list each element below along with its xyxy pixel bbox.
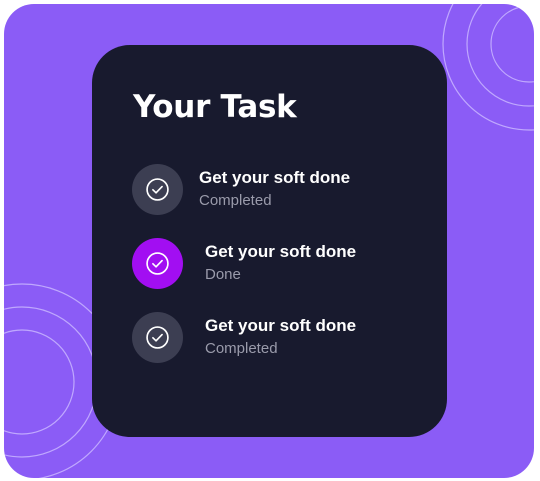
task-1-check-button[interactable] bbox=[132, 163, 183, 215]
task-item-3[interactable]: Get your soft done Completed bbox=[132, 311, 432, 363]
ring-top-large bbox=[442, 4, 534, 131]
task-3-check-button[interactable] bbox=[132, 311, 183, 363]
task-3-title: Get your soft done bbox=[205, 315, 357, 335]
ring-bottom-medium bbox=[4, 306, 98, 458]
task-1-text: Get your soft done Completed bbox=[199, 168, 350, 211]
ring-bottom-small bbox=[4, 329, 75, 435]
ring-top-small bbox=[490, 5, 534, 83]
task-1-status: Completed bbox=[199, 191, 272, 209]
task-2-text: Get your soft done Done bbox=[205, 242, 356, 285]
screenshot-frame: Your Task Get your soft done Completed G… bbox=[0, 0, 540, 481]
check-circle-icon bbox=[146, 177, 169, 201]
task-2-check-button[interactable] bbox=[132, 237, 183, 289]
card-title: Your Task bbox=[133, 89, 297, 125]
task-2-title: Get your soft done bbox=[205, 241, 357, 261]
check-circle-icon bbox=[146, 251, 169, 275]
task-3-text: Get your soft done Completed bbox=[205, 316, 356, 359]
check-circle-icon bbox=[146, 325, 169, 349]
task-item-2[interactable]: Get your soft done Done bbox=[132, 237, 432, 289]
task-card: Your Task Get your soft done Completed G… bbox=[92, 45, 447, 437]
task-item-1[interactable]: Get your soft done Completed bbox=[132, 163, 432, 215]
purple-background: Your Task Get your soft done Completed G… bbox=[4, 4, 534, 478]
task-1-title: Get your soft done bbox=[199, 167, 351, 187]
task-3-status: Completed bbox=[205, 339, 278, 357]
task-2-status: Done bbox=[205, 265, 241, 283]
